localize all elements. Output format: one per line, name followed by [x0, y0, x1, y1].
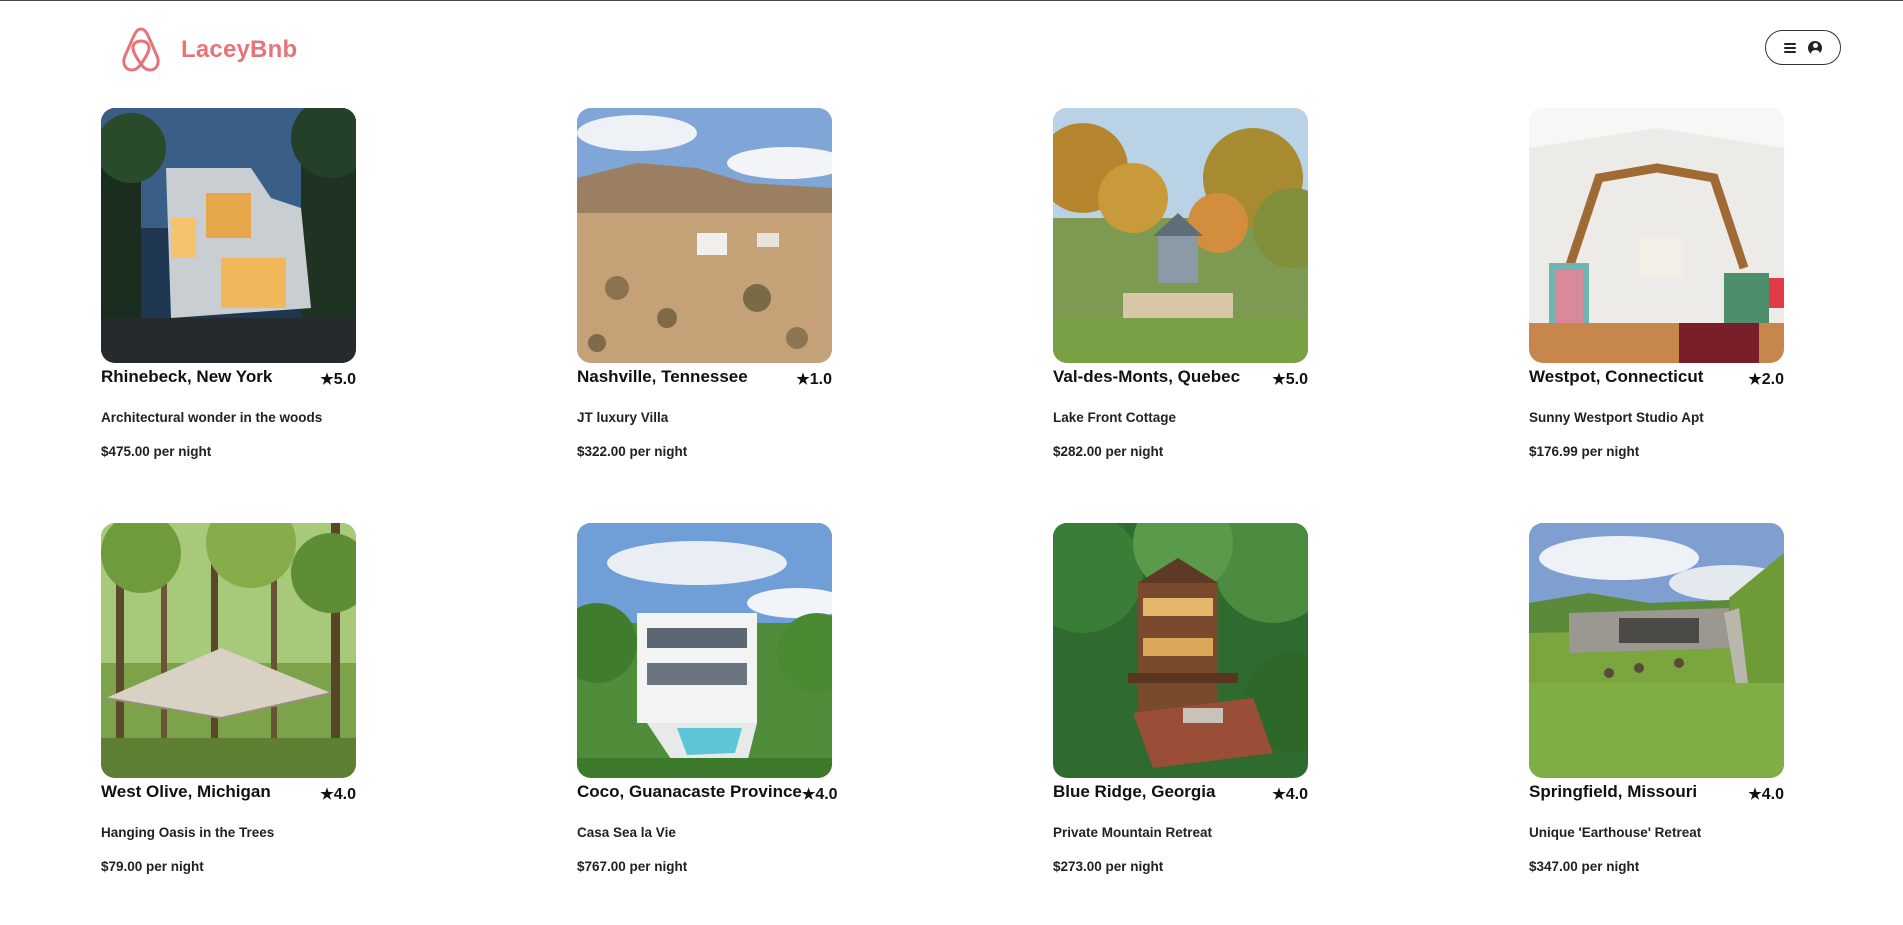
listing-location: West Olive, Michigan — [101, 782, 271, 801]
listing-location: Nashville, Tennessee — [577, 367, 748, 386]
listing-rating: ★5.0 — [320, 371, 356, 388]
listing-price: $273.00 per night — [1053, 859, 1164, 874]
listing-price: $176.99 per night — [1529, 444, 1640, 459]
star-icon: ★ — [1748, 371, 1762, 388]
listing-price: $475.00 per night — [101, 444, 212, 459]
listing-photo[interactable] — [1053, 523, 1308, 778]
listing-photo[interactable] — [1053, 108, 1308, 363]
listing-location: Val-des-Monts, Quebec — [1053, 367, 1241, 386]
listing-card[interactable]: Coco, Guanacaste Province ★4.0 Casa Sea … — [577, 523, 838, 897]
listing-rating: ★4.0 — [1748, 786, 1784, 803]
listing-photo[interactable] — [101, 523, 356, 778]
airbnb-logo-icon — [122, 27, 160, 72]
listing-location: Westpot, Connecticut — [1529, 367, 1704, 386]
listing-price: $767.00 per night — [577, 859, 688, 874]
listing-location: Springfield, Missouri — [1529, 782, 1698, 801]
star-icon: ★ — [320, 371, 334, 388]
listing-rating: ★4.0 — [801, 786, 838, 803]
listing-card[interactable]: Val-des-Monts, Quebec ★5.0 Lake Front Co… — [1053, 108, 1308, 482]
listing-location: Coco, Guanacaste Province — [577, 782, 802, 801]
listing-card[interactable]: Nashville, Tennessee ★1.0 JT luxury Vill… — [577, 108, 832, 482]
listing-location: Blue Ridge, Georgia — [1053, 782, 1216, 801]
app-name: LaceyBnb — [181, 36, 298, 63]
star-icon: ★ — [1272, 786, 1286, 803]
listing-title: Casa Sea la Vie — [577, 825, 676, 840]
home-logo-link[interactable]: LaceyBnb — [120, 26, 297, 74]
listing-photo[interactable] — [1529, 108, 1784, 363]
listing-card[interactable]: Blue Ridge, Georgia ★4.0 Private Mountai… — [1053, 523, 1308, 897]
hamburger-menu-icon — [1784, 42, 1796, 53]
listing-photo[interactable] — [101, 108, 356, 363]
listing-card[interactable]: West Olive, Michigan ★4.0 Hanging Oasis … — [101, 523, 356, 897]
listing-title: Hanging Oasis in the Trees — [101, 825, 275, 840]
listing-title: Sunny Westport Studio Apt — [1529, 410, 1704, 425]
star-icon: ★ — [796, 371, 810, 388]
listing-rating: ★4.0 — [1272, 786, 1308, 803]
profile-menu-button[interactable] — [1765, 30, 1841, 65]
listing-title: Unique 'Earthouse' Retreat — [1529, 825, 1702, 840]
listing-price: $322.00 per night — [577, 444, 688, 459]
star-icon: ★ — [1272, 371, 1286, 388]
listing-price: $79.00 per night — [101, 859, 204, 874]
listing-price: $282.00 per night — [1053, 444, 1164, 459]
listing-title: Lake Front Cottage — [1053, 410, 1177, 425]
listing-price: $347.00 per night — [1529, 859, 1640, 874]
listing-title: JT luxury Villa — [577, 410, 669, 425]
star-icon: ★ — [801, 786, 816, 803]
listing-photo[interactable] — [577, 108, 832, 363]
star-icon: ★ — [320, 786, 334, 803]
listing-rating: ★1.0 — [796, 371, 832, 388]
listing-photo[interactable] — [577, 523, 832, 778]
listing-rating: ★5.0 — [1272, 371, 1308, 388]
listing-location: Rhinebeck, New York — [101, 367, 273, 386]
listing-title: Private Mountain Retreat — [1053, 825, 1213, 840]
listing-card[interactable]: Springfield, Missouri ★4.0 Unique 'Earth… — [1529, 523, 1784, 897]
listing-card[interactable]: Rhinebeck, New York ★5.0 Architectural w… — [101, 108, 356, 482]
star-icon: ★ — [1748, 786, 1762, 803]
listing-photo[interactable] — [1529, 523, 1784, 778]
listing-rating: ★4.0 — [320, 786, 356, 803]
top-navbar: LaceyBnb — [0, 1, 1903, 101]
listing-rating: ★2.0 — [1748, 371, 1784, 388]
user-circle-icon — [1808, 40, 1822, 55]
listing-card[interactable]: Westpot, Connecticut ★2.0 Sunny Westport… — [1529, 108, 1784, 482]
listing-title: Architectural wonder in the woods — [101, 410, 323, 425]
listings-grid: Rhinebeck, New York ★5.0 Architectural w… — [101, 108, 1784, 897]
